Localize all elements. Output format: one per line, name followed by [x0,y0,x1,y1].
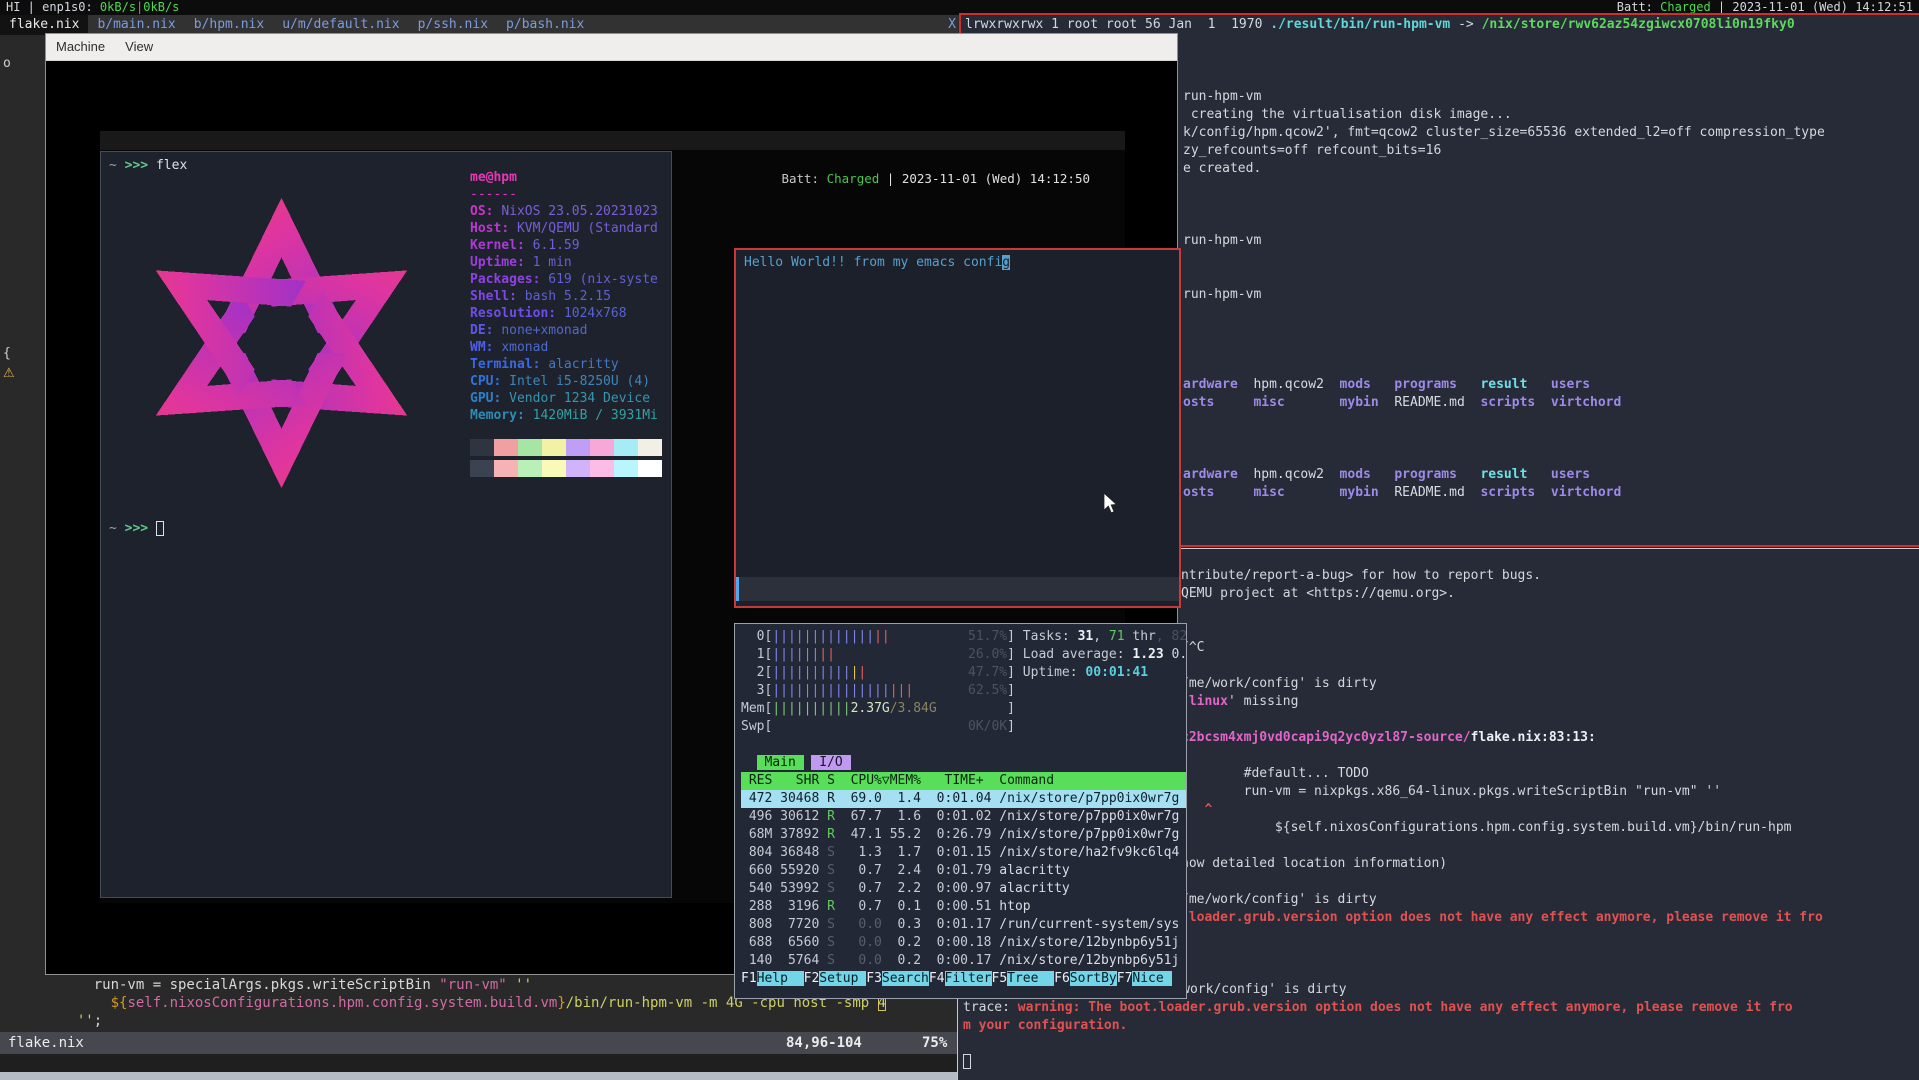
terminal-line: ------ [470,186,658,203]
terminal-color-palette [470,439,670,481]
terminal-line: 0[||||||||||||||| 51.7%] Tasks: 31, 71 t… [741,628,1186,646]
shell-prompt-cursor: ~ >>> [109,520,164,538]
vim-fragment: o [3,56,11,71]
terminal-line: 288 3196 R 0.7 0.1 0:00.51 htop [741,898,1186,916]
menu-machine[interactable]: Machine [46,34,115,60]
guest-screen: HI | eth0: 0kB/s|0kB/s Batt: Charged | 2… [100,131,1125,903]
terminal-line: Packages: 619 (nix-syste [470,271,658,288]
terminal-line: WM: xmonad [470,339,658,356]
terminal-line: Terminal: alacritty [470,356,658,373]
terminal-line: m your configuration. [963,1017,1919,1035]
tab-ssh-nix[interactable]: p/ssh.nix [409,15,497,35]
terminal-line: 1[|||||||| 26.0%] Load average: 1.23 0.4… [741,646,1186,664]
terminal-line: RES SHR S CPU%▽MEM% TIME+ Command [741,772,1186,790]
color-swatch [590,460,614,477]
terminal-line: Host: KVM/QEMU (Standard [470,220,658,237]
terminal-line: 68M 37892 R 47.1 55.2 0:26.79 /nix/store… [741,826,1186,844]
htop-output: 0[||||||||||||||| 51.7%] Tasks: 31, 71 t… [741,628,1186,988]
vim-statusline: flake.nix 84,96-104 75% [0,1032,957,1054]
vim-fragment: { [3,346,11,361]
terminal-line: Main I/O [741,754,1186,772]
desktop: HI | enp1s0: 0kB/s|0kB/s Batt: Charged |… [0,0,1919,1080]
terminal-line: Uptime: 1 min [470,254,658,271]
color-swatch [638,460,662,477]
terminal-line [963,1035,1919,1053]
warning-icon: ⚠ [3,366,15,381]
tab-flake-nix[interactable]: flake.nix [0,15,88,35]
terminal-line: GPU: Vendor 1234 Device [470,390,658,407]
guest-terminal-pane[interactable]: ~ >>> flex me@hpm------OS: Nix [100,151,672,898]
qemu-window[interactable]: Machine View HI | eth0: 0kB/s|0kB/s Batt… [45,33,1178,975]
qemu-menubar: Machine View [46,34,1177,61]
tab-main-nix[interactable]: b/main.nix [88,15,184,35]
color-swatch [494,439,518,456]
emacs-buffer-text: Hello World!! from my emacs config [744,254,1010,272]
terminal-line: 2[|||||||||||| 47.7%] Uptime: 00:01:41 [741,664,1186,682]
modeline-accent-bar [736,577,739,601]
tab-hpm-nix[interactable]: b/hpm.nix [185,15,273,35]
color-swatch [542,460,566,477]
vim-cmdline [0,1054,957,1072]
guest-battery-clock: Batt: Charged | 2023-11-01 (Wed) 14:12:5… [781,169,1090,188]
color-swatch [518,439,542,456]
terminal-line: CPU: Intel i5-8250U (4) [470,373,658,390]
color-swatch [638,439,662,456]
color-swatch [590,439,614,456]
terminal-line [963,1053,1919,1071]
terminal-line: 496 30612 R 67.7 1.6 0:01.02 /nix/store/… [741,808,1186,826]
terminal-line: 804 36848 S 1.3 1.7 0:01.15 /nix/store/h… [741,844,1186,862]
terminal-line: 808 7720 S 0.0 0.3 0:01.17 /run/current-… [741,916,1186,934]
terminal-line: Resolution: 1024x768 [470,305,658,322]
host-network-status: HI | enp1s0: 0kB/s|0kB/s [6,0,179,15]
terminal-line: 688 6560 S 0.0 0.2 0:00.18 /nix/store/12… [741,934,1186,952]
terminal-line: F1Help F2Setup F3SearchF4FilterF5Tree F6… [741,970,1186,988]
mouse-cursor-icon [1100,492,1120,514]
color-swatch [470,439,494,456]
terminal-line: Kernel: 6.1.59 [470,237,658,254]
shell-prompt: ~ >>> flex [109,157,187,175]
color-swatch [614,460,638,477]
statusline-filename: flake.nix [8,1032,84,1054]
emacs-modeline: ● 34 *scratch* 1:33 All Fundamental [736,577,1179,601]
tab-default-nix[interactable]: u/m/default.nix [273,15,408,35]
terminal-line: 140 5764 S 0.0 0.2 0:00.17 /nix/store/12… [741,952,1186,970]
terminal-line: Shell: bash 5.2.15 [470,288,658,305]
terminal-line: 660 55920 S 0.7 2.4 0:01.79 alacritty [741,862,1186,880]
terminal-line: me@hpm [470,169,658,186]
terminal-line [741,736,1186,754]
terminal-line: 540 53992 S 0.7 2.2 0:00.97 alacritty [741,880,1186,898]
terminal-line: 3[|||||||||||||||||| 62.5%] [741,682,1186,700]
color-swatch [614,439,638,456]
guest-status-bar: HI | eth0: 0kB/s|0kB/s Batt: Charged | 2… [100,131,1125,150]
color-swatch [518,460,542,477]
color-swatch [494,460,518,477]
terminal-line: DE: none+xmonad [470,322,658,339]
palette-row [470,439,670,460]
color-swatch [470,460,494,477]
terminal-line: Memory: 1420MiB / 3931Mi [470,407,658,424]
statusline-ruler: 84,96-104 [786,1032,862,1054]
terminal-line: OS: NixOS 23.05.20231023 [470,203,658,220]
terminal-line: lrwxrwxrwx 1 root root 56 Jan 1 1970 ./r… [965,16,1919,34]
color-swatch [566,439,590,456]
color-swatch [566,460,590,477]
guest-emacs-pane[interactable]: Hello World!! from my emacs config ● 34 … [734,248,1181,608]
terminal-line: Swp[ 0K/0K] [741,718,1186,736]
palette-row [470,460,670,481]
terminal-line: ''; [60,1012,1016,1030]
bottom-strip [0,1072,957,1080]
terminal-line: trace: warning: The boot.loader.grub.ver… [963,999,1919,1017]
color-swatch [542,439,566,456]
fastfetch-output: me@hpm------OS: NixOS 23.05.20231023Host… [470,169,658,424]
statusline-scroll-percent: 75% [922,1032,947,1054]
nixos-logo [109,178,454,508]
vim-tabline: flake.nix b/main.nix b/hpm.nix u/m/defau… [0,15,958,35]
menu-view[interactable]: View [115,34,163,60]
terminal-line: 472 30468 R 69.0 1.4 0:01.04 /nix/store/… [741,790,1186,808]
terminal-line: Mem[||||||||||2.37G/3.84G ] [741,700,1186,718]
guest-htop-pane[interactable]: 0[||||||||||||||| 51.7%] Tasks: 31, 71 t… [734,623,1187,999]
tabline-close-icon[interactable]: X [945,15,959,35]
tab-bash-nix[interactable]: p/bash.nix [497,15,593,35]
